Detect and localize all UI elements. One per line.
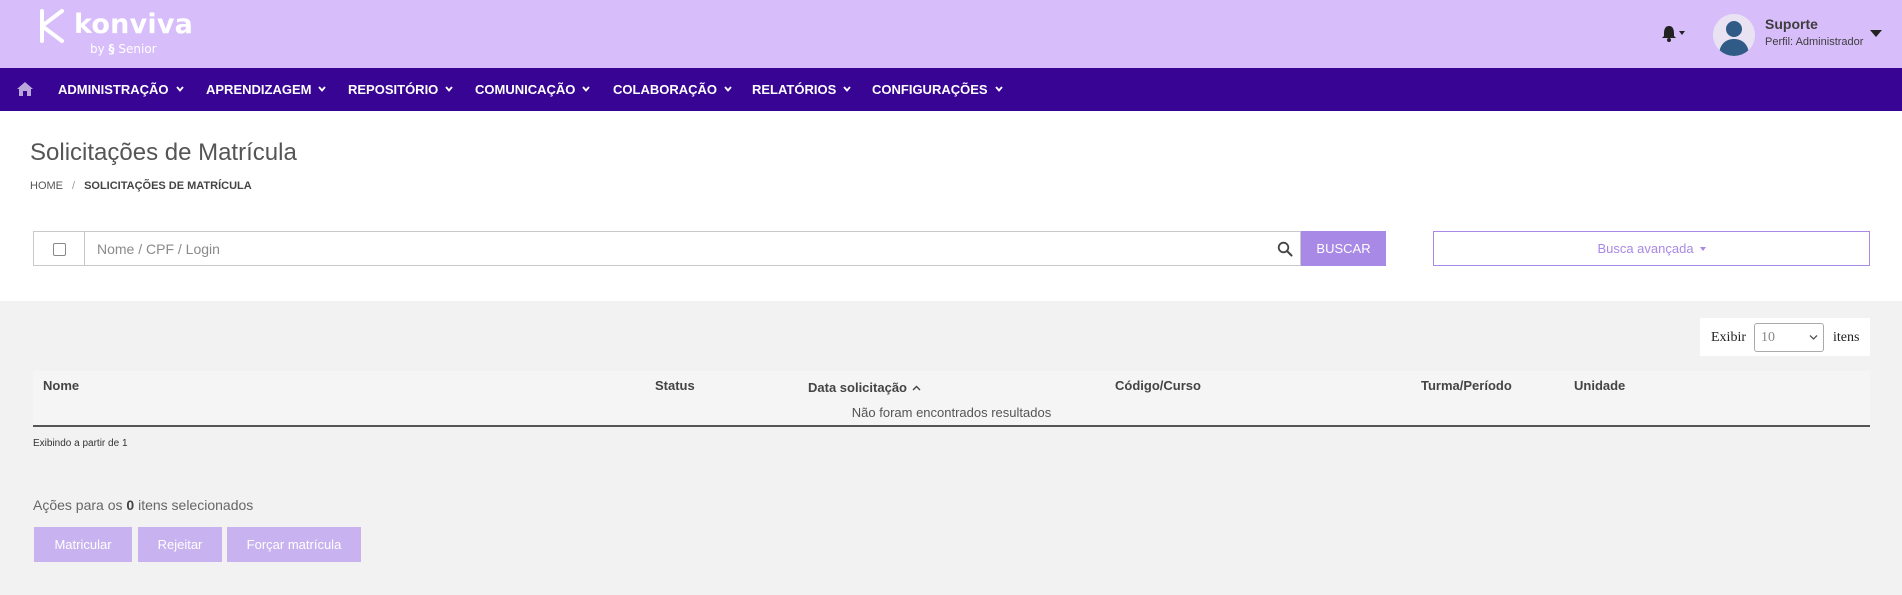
column-header-data-solicitacao[interactable]: Data solicitação — [808, 380, 921, 395]
user-avatar-icon — [1713, 14, 1755, 56]
user-profile: Perfil: Administrador — [1765, 36, 1864, 48]
select-all-wrapper — [34, 232, 85, 265]
chevron-down-icon — [994, 86, 1003, 92]
select-all-checkbox[interactable] — [53, 243, 66, 256]
advanced-search-button[interactable]: Busca avançada — [1433, 231, 1870, 266]
column-header-codigo-curso[interactable]: Código/Curso — [1115, 378, 1201, 393]
requests-table: Nome Status Data solicitação Código/Curs… — [33, 371, 1870, 427]
column-header-unidade[interactable]: Unidade — [1574, 378, 1625, 393]
user-name: Suporte — [1765, 16, 1818, 32]
search-button[interactable]: BUSCAR — [1301, 231, 1386, 266]
items-per-page-select[interactable]: 10 — [1754, 323, 1824, 352]
main-nav: ADMINISTRAÇÃO APRENDIZAGEM REPOSITÓRIO C… — [0, 68, 1902, 111]
reject-button[interactable]: Rejeitar — [138, 527, 222, 562]
items-per-page: Exibir 10 itens — [1700, 318, 1870, 356]
chevron-down-icon — [175, 86, 184, 92]
user-menu-caret-icon[interactable] — [1869, 28, 1883, 38]
sort-ascending-icon — [912, 385, 921, 391]
results-range: Exibindo a partir de 1 — [33, 438, 128, 449]
page-title: Solicitações de Matrícula — [30, 139, 297, 166]
konviva-logo-icon — [40, 9, 64, 43]
user-avatar[interactable] — [1713, 14, 1755, 56]
nav-item-administracao[interactable]: ADMINISTRAÇÃO — [58, 68, 184, 111]
empty-results-message: Não foram encontrados resultados — [851, 405, 1052, 420]
nav-item-aprendizagem[interactable]: APRENDIZAGEM — [206, 68, 327, 111]
search-icon[interactable] — [1277, 241, 1293, 257]
page-header: Solicitações de Matrícula HOME / SOLICITAÇ… — [0, 111, 1902, 301]
breadcrumb-current: SOLICITAÇÕES DE MATRÍCULA — [84, 180, 252, 192]
nav-item-comunicacao[interactable]: COMUNICAÇÃO — [475, 68, 591, 111]
breadcrumb: HOME / SOLICITAÇÕES DE MATRÍCULA — [30, 180, 252, 192]
column-header-status[interactable]: Status — [655, 378, 695, 393]
selected-count: 0 — [126, 497, 135, 513]
home-icon[interactable] — [16, 81, 34, 97]
konviva-logo[interactable]: konviva by § Senior — [38, 6, 208, 62]
notification-bell-icon[interactable] — [1661, 23, 1687, 43]
chevron-down-icon — [843, 86, 851, 92]
search-bar — [33, 231, 1301, 266]
items-per-page-label: Exibir — [1711, 330, 1746, 345]
nav-item-repositorio[interactable]: REPOSITÓRIO — [348, 68, 453, 111]
column-header-turma-periodo[interactable]: Turma/Período — [1421, 378, 1512, 393]
chevron-down-icon — [724, 86, 732, 92]
chevron-down-icon — [582, 86, 591, 92]
nav-item-configuracoes[interactable]: CONFIGURAÇÕES — [872, 68, 1003, 111]
brand-byline: by § Senior — [90, 42, 157, 56]
column-header-nome[interactable]: Nome — [43, 378, 79, 393]
nav-item-colaboracao[interactable]: COLABORAÇÃO — [613, 68, 732, 111]
force-enroll-button[interactable]: Forçar matrícula — [227, 527, 361, 562]
breadcrumb-separator: / — [72, 180, 76, 192]
enroll-button[interactable]: Matricular — [34, 527, 132, 562]
search-input[interactable] — [86, 232, 1246, 265]
caret-down-icon — [1699, 247, 1706, 251]
nav-item-relatorios[interactable]: RELATÓRIOS — [752, 68, 851, 111]
chevron-down-icon — [1809, 335, 1818, 340]
bulk-actions-label: Ações para os 0 itens selecionados — [33, 497, 254, 513]
items-per-page-value: 10 — [1761, 330, 1775, 345]
breadcrumb-home[interactable]: HOME — [30, 180, 63, 192]
chevron-down-icon — [318, 86, 327, 92]
top-header: konviva by § Senior Suporte Perfil: Admi… — [0, 0, 1902, 68]
chevron-down-icon — [445, 86, 453, 92]
items-per-page-suffix: itens — [1833, 330, 1860, 345]
brand-name: konviva — [74, 9, 194, 40]
